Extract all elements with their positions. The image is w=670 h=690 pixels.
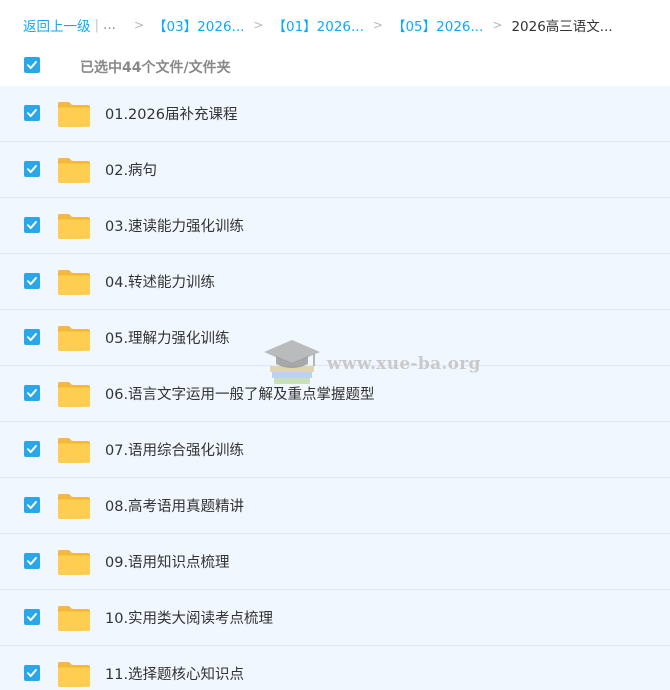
breadcrumb-ellipsis[interactable]: ... [103, 17, 116, 33]
file-checkbox[interactable] [24, 497, 40, 513]
folder-icon [58, 270, 90, 295]
breadcrumb-item-03[interactable]: 【03】2026... [153, 15, 244, 35]
file-row[interactable]: 06.语言文字运用一般了解及重点掌握题型 [0, 366, 670, 422]
breadcrumb-current: 2026高三语文... [511, 19, 613, 35]
file-name: 09.语用知识点梳理 [105, 555, 230, 571]
checkmark-icon [27, 445, 37, 453]
breadcrumb-pipe: | [94, 17, 100, 33]
checkmark-icon [27, 333, 37, 341]
file-name: 01.2026届补充课程 [105, 107, 238, 123]
file-row[interactable]: 10.实用类大阅读考点梳理 [0, 590, 670, 646]
file-row[interactable]: 02.病句 [0, 142, 670, 198]
folder-icon [58, 438, 90, 463]
file-row[interactable]: 11.选择题核心知识点 [0, 646, 670, 690]
file-checkbox[interactable] [24, 441, 40, 457]
file-browser-page: 返回上一级 | ... > 【03】2026... > 【01】2026... … [0, 0, 670, 690]
select-all-checkbox[interactable] [24, 57, 40, 73]
checkmark-icon [27, 61, 37, 69]
file-row[interactable]: 08.高考语用真题精讲 [0, 478, 670, 534]
breadcrumb-item-01[interactable]: 【01】2026... [272, 15, 363, 35]
folder-icon [58, 158, 90, 183]
file-checkbox[interactable] [24, 161, 40, 177]
file-checkbox[interactable] [24, 385, 40, 401]
folder-icon [58, 326, 90, 351]
checkmark-icon [27, 669, 37, 677]
file-name: 11.选择题核心知识点 [105, 667, 245, 683]
folder-icon [58, 550, 90, 575]
file-list: 01.2026届补充课程 02.病句 03.速读能力强化训练 04.转述能力训练 05.… [0, 86, 670, 690]
folder-icon [58, 606, 90, 631]
back-link[interactable]: 返回上一级 [23, 15, 91, 35]
file-row[interactable]: 09.语用知识点梳理 [0, 534, 670, 590]
file-name: 03.速读能力强化训练 [105, 219, 245, 235]
folder-icon [58, 102, 90, 127]
file-name: 10.实用类大阅读考点梳理 [105, 611, 274, 627]
file-row[interactable]: 01.2026届补充课程 [0, 86, 670, 142]
breadcrumb-separator: > [133, 18, 144, 32]
breadcrumb-separator: > [372, 18, 383, 32]
file-row[interactable]: 03.速读能力强化训练 [0, 198, 670, 254]
file-checkbox[interactable] [24, 217, 40, 233]
breadcrumb-item-05[interactable]: 【05】2026... [392, 15, 483, 35]
file-row[interactable]: 07.语用综合强化训练 [0, 422, 670, 478]
file-name: 08.高考语用真题精讲 [105, 499, 245, 515]
selection-count-label: 已选中44个文件/文件夹 [80, 60, 231, 76]
file-checkbox[interactable] [24, 273, 40, 289]
checkmark-icon [27, 277, 37, 285]
checkmark-icon [27, 557, 37, 565]
folder-icon [58, 382, 90, 407]
checkmark-icon [27, 109, 37, 117]
file-checkbox[interactable] [24, 665, 40, 681]
file-checkbox[interactable] [24, 553, 40, 569]
folder-icon [58, 214, 90, 239]
file-name: 04.转述能力训练 [105, 275, 216, 291]
checkmark-icon [27, 221, 37, 229]
file-checkbox[interactable] [24, 609, 40, 625]
file-name: 06.语言文字运用一般了解及重点掌握题型 [105, 387, 375, 403]
checkmark-icon [27, 389, 37, 397]
breadcrumb: 返回上一级 | ... > 【03】2026... > 【01】2026... … [23, 14, 613, 36]
folder-icon [58, 662, 90, 687]
checkmark-icon [27, 501, 37, 509]
file-name: 05.理解力强化训练 [105, 331, 230, 347]
breadcrumb-separator: > [253, 18, 264, 32]
file-checkbox[interactable] [24, 329, 40, 345]
selection-bar: 已选中44个文件/文件夹 [0, 50, 670, 84]
file-checkbox[interactable] [24, 105, 40, 121]
file-row[interactable]: 05.理解力强化训练 [0, 310, 670, 366]
file-name: 02.病句 [105, 163, 158, 179]
breadcrumb-separator: > [492, 18, 503, 32]
file-row[interactable]: 04.转述能力训练 [0, 254, 670, 310]
folder-icon [58, 494, 90, 519]
checkmark-icon [27, 613, 37, 621]
checkmark-icon [27, 165, 37, 173]
file-name: 07.语用综合强化训练 [105, 443, 245, 459]
